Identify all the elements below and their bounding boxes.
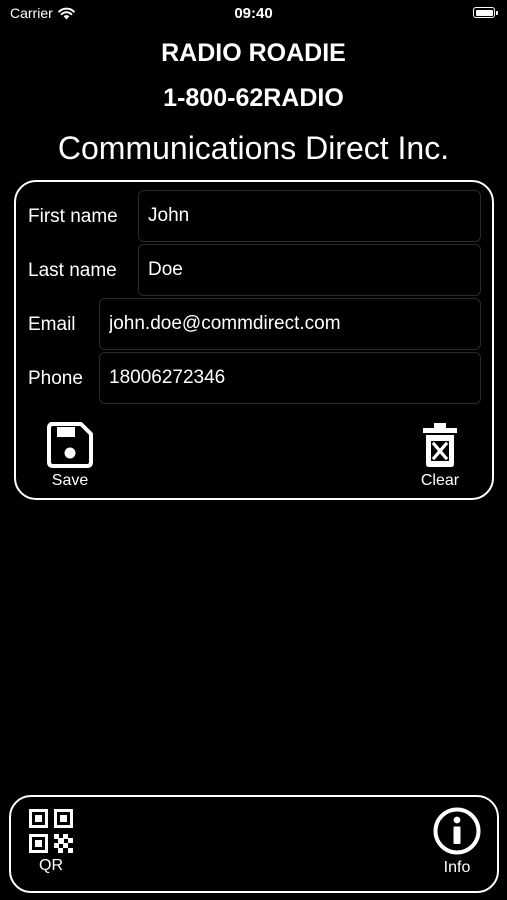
bottom-toolbar: QR Info	[9, 795, 499, 893]
clear-label: Clear	[420, 472, 460, 489]
clear-button[interactable]: Clear	[416, 422, 464, 490]
contact-form-card: First name Last name Email Phone Save	[14, 180, 494, 500]
app-title: RADIO ROADIE	[161, 39, 346, 67]
status-bar: Carrier 09:40	[0, 0, 507, 28]
trash-x-icon	[421, 422, 459, 468]
first-name-field[interactable]	[138, 190, 481, 242]
qr-button[interactable]: QR	[27, 809, 75, 875]
first-name-label: First name	[28, 206, 118, 227]
email-label: Email	[28, 314, 76, 335]
status-time: 09:40	[234, 5, 273, 22]
save-label: Save	[51, 472, 89, 489]
last-name-label: Last name	[28, 260, 117, 281]
phone-number: 1-800-62RADIO	[163, 84, 344, 112]
info-circle-icon	[433, 807, 481, 855]
last-name-field[interactable]	[138, 244, 481, 296]
floppy-disk-icon	[47, 422, 93, 468]
phone-field[interactable]	[99, 352, 481, 404]
company-name: Communications Direct Inc.	[57, 130, 450, 166]
email-field[interactable]	[99, 298, 481, 350]
battery-icon	[473, 7, 498, 18]
save-button[interactable]: Save	[46, 422, 94, 490]
qr-code-icon	[29, 809, 73, 853]
info-label: Info	[443, 859, 471, 876]
qr-label: QR	[39, 857, 63, 874]
phone-label: Phone	[28, 368, 83, 389]
info-button[interactable]: Info	[432, 807, 482, 877]
